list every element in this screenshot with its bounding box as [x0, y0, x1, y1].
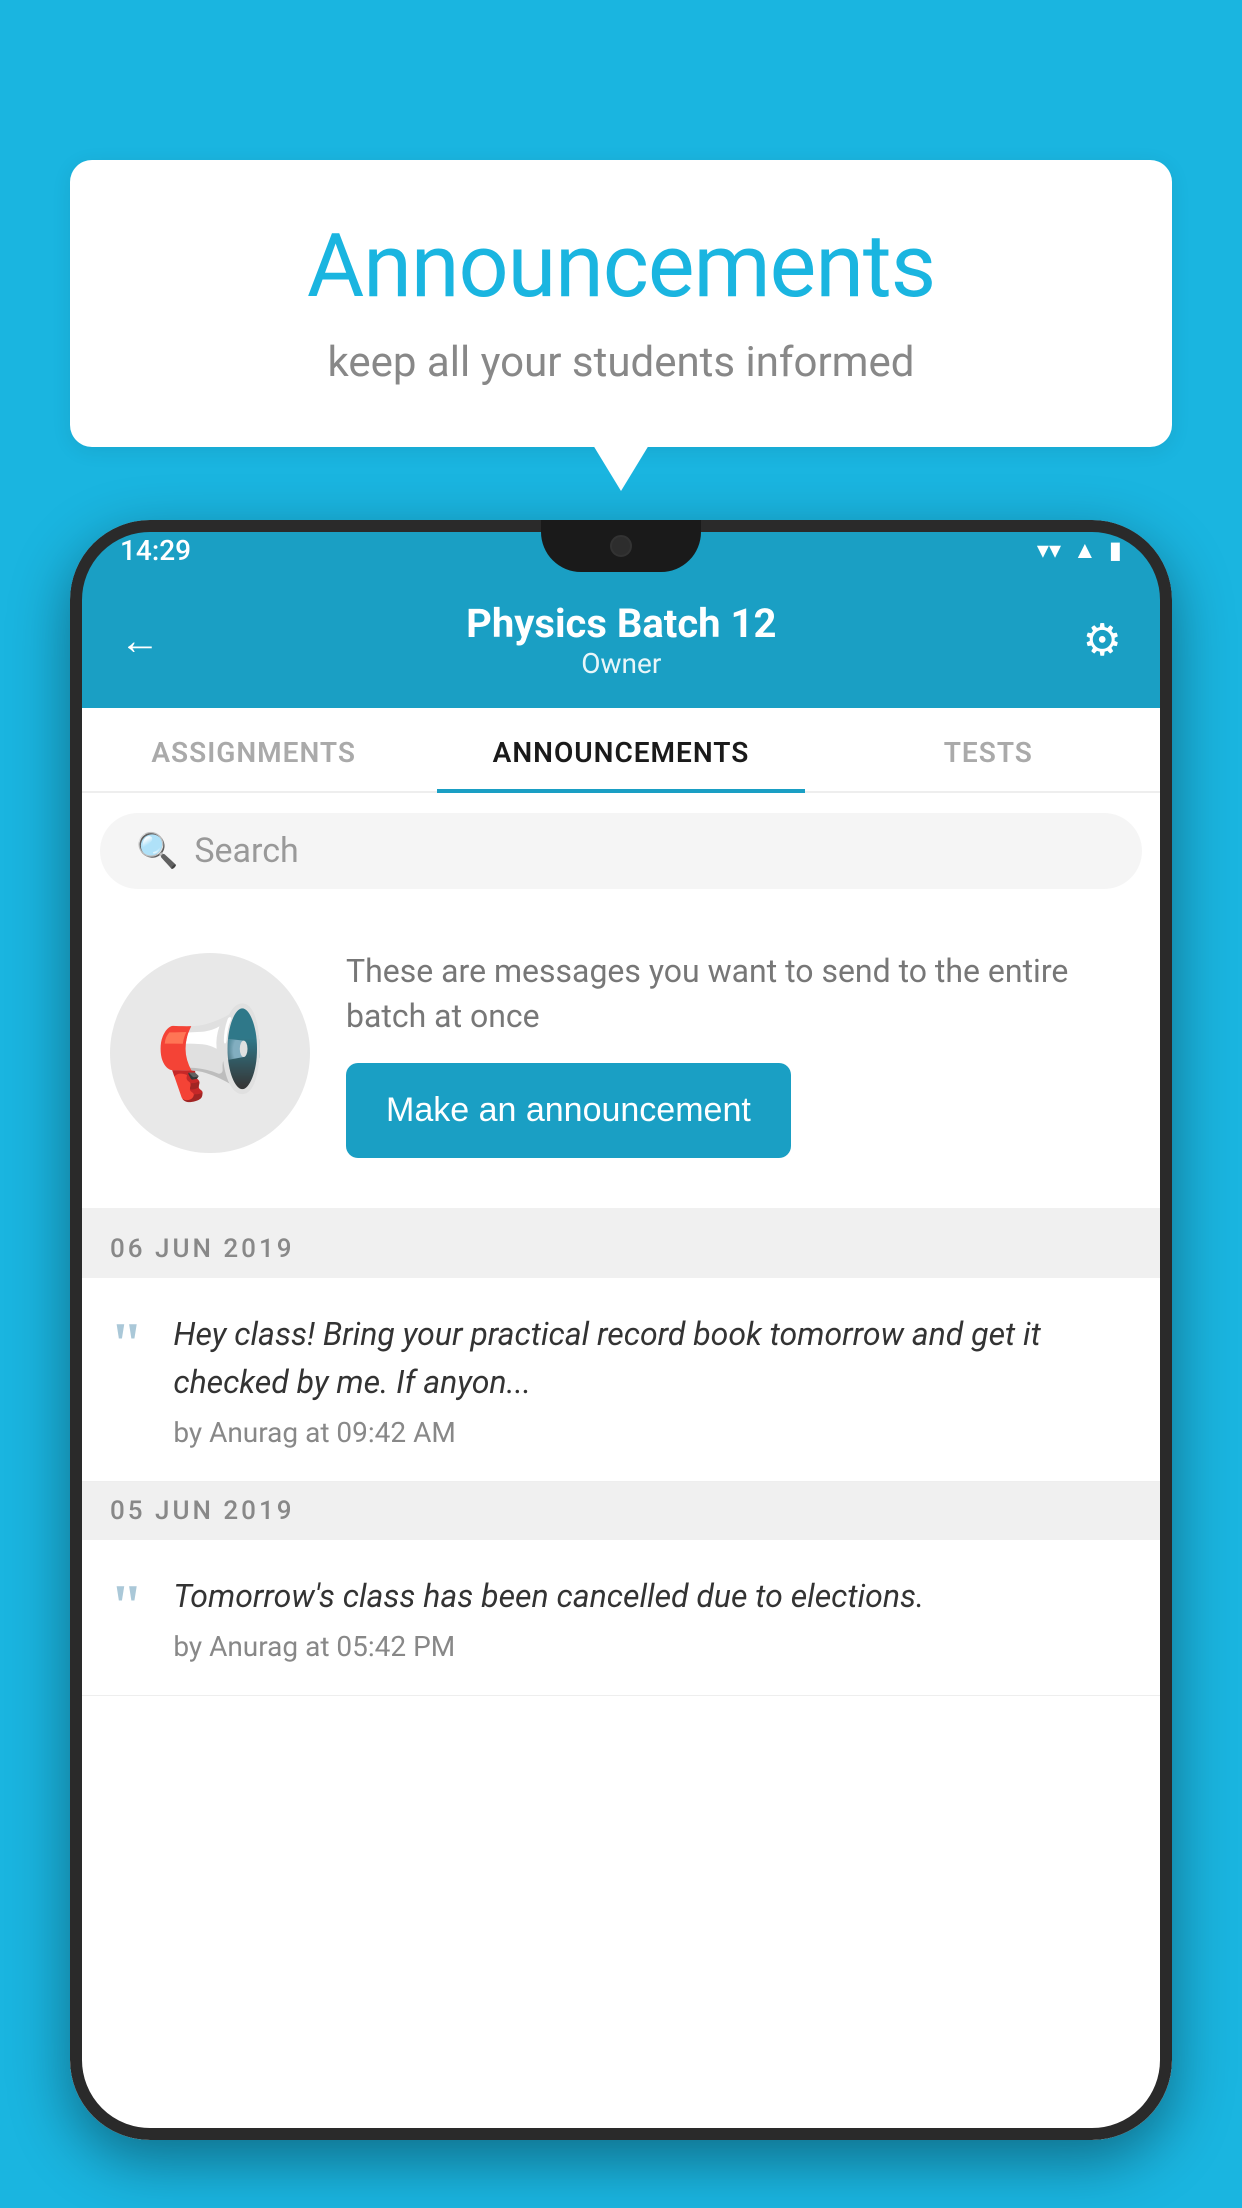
megaphone-icon: 📢 [154, 1001, 266, 1106]
status-icons: ▾▾ ▲ ▮ [1037, 536, 1122, 565]
search-bar[interactable]: 🔍 Search [100, 813, 1142, 889]
quote-icon-1: " [110, 1314, 143, 1374]
header-subtitle: Owner [466, 647, 776, 680]
search-container: 🔍 Search [70, 793, 1172, 909]
battery-icon: ▮ [1109, 536, 1122, 564]
announcement-item-2[interactable]: " Tomorrow's class has been cancelled du… [70, 1540, 1172, 1696]
phone-container: 14:29 ▾▾ ▲ ▮ ← Physics Batch 12 Owner ⚙ … [70, 520, 1172, 2208]
announcement-meta-2: by Anurag at 05:42 PM [173, 1630, 1132, 1663]
settings-icon[interactable]: ⚙ [1083, 614, 1122, 666]
wifi-icon: ▾▾ [1037, 536, 1061, 564]
back-button[interactable]: ← [120, 617, 160, 664]
header-title: Physics Batch 12 [466, 600, 776, 647]
megaphone-circle: 📢 [110, 953, 310, 1153]
announcement-item-1[interactable]: " Hey class! Bring your practical record… [70, 1278, 1172, 1482]
date-divider-1: 06 JUN 2019 [70, 1220, 1172, 1278]
announcement-intro: 📢 These are messages you want to send to… [70, 909, 1172, 1220]
announcement-description: These are messages you want to send to t… [346, 949, 1132, 1039]
status-time: 14:29 [120, 534, 191, 567]
announcement-meta-1: by Anurag at 09:42 AM [173, 1416, 1132, 1449]
header-center: Physics Batch 12 Owner [466, 600, 776, 680]
quote-icon-2: " [110, 1576, 143, 1636]
signal-icon: ▲ [1073, 536, 1097, 565]
make-announcement-button[interactable]: Make an announcement [346, 1063, 791, 1158]
search-input[interactable]: Search [194, 831, 298, 871]
speech-bubble-container: Announcements keep all your students inf… [70, 160, 1172, 447]
date-divider-2: 05 JUN 2019 [70, 1482, 1172, 1540]
tab-announcements[interactable]: ANNOUNCEMENTS [437, 708, 804, 791]
bubble-subtitle: keep all your students informed [150, 338, 1092, 387]
app-header: ← Physics Batch 12 Owner ⚙ [70, 580, 1172, 708]
announcement-text-1: Hey class! Bring your practical record b… [173, 1310, 1132, 1406]
announcement-text-2: Tomorrow's class has been cancelled due … [173, 1572, 1132, 1620]
bubble-title: Announcements [150, 215, 1092, 318]
front-camera [610, 535, 632, 557]
tabs-bar: ASSIGNMENTS ANNOUNCEMENTS TESTS [70, 708, 1172, 793]
announcement-right: These are messages you want to send to t… [346, 949, 1132, 1158]
announcement-content-1: Hey class! Bring your practical record b… [173, 1310, 1132, 1449]
search-icon: 🔍 [136, 831, 178, 871]
phone-screen: 14:29 ▾▾ ▲ ▮ ← Physics Batch 12 Owner ⚙ … [70, 520, 1172, 2140]
speech-bubble: Announcements keep all your students inf… [70, 160, 1172, 447]
announcement-content-2: Tomorrow's class has been cancelled due … [173, 1572, 1132, 1663]
tab-tests[interactable]: TESTS [805, 708, 1172, 791]
notch [541, 520, 701, 572]
phone-frame: 14:29 ▾▾ ▲ ▮ ← Physics Batch 12 Owner ⚙ … [70, 520, 1172, 2140]
tab-assignments[interactable]: ASSIGNMENTS [70, 708, 437, 791]
